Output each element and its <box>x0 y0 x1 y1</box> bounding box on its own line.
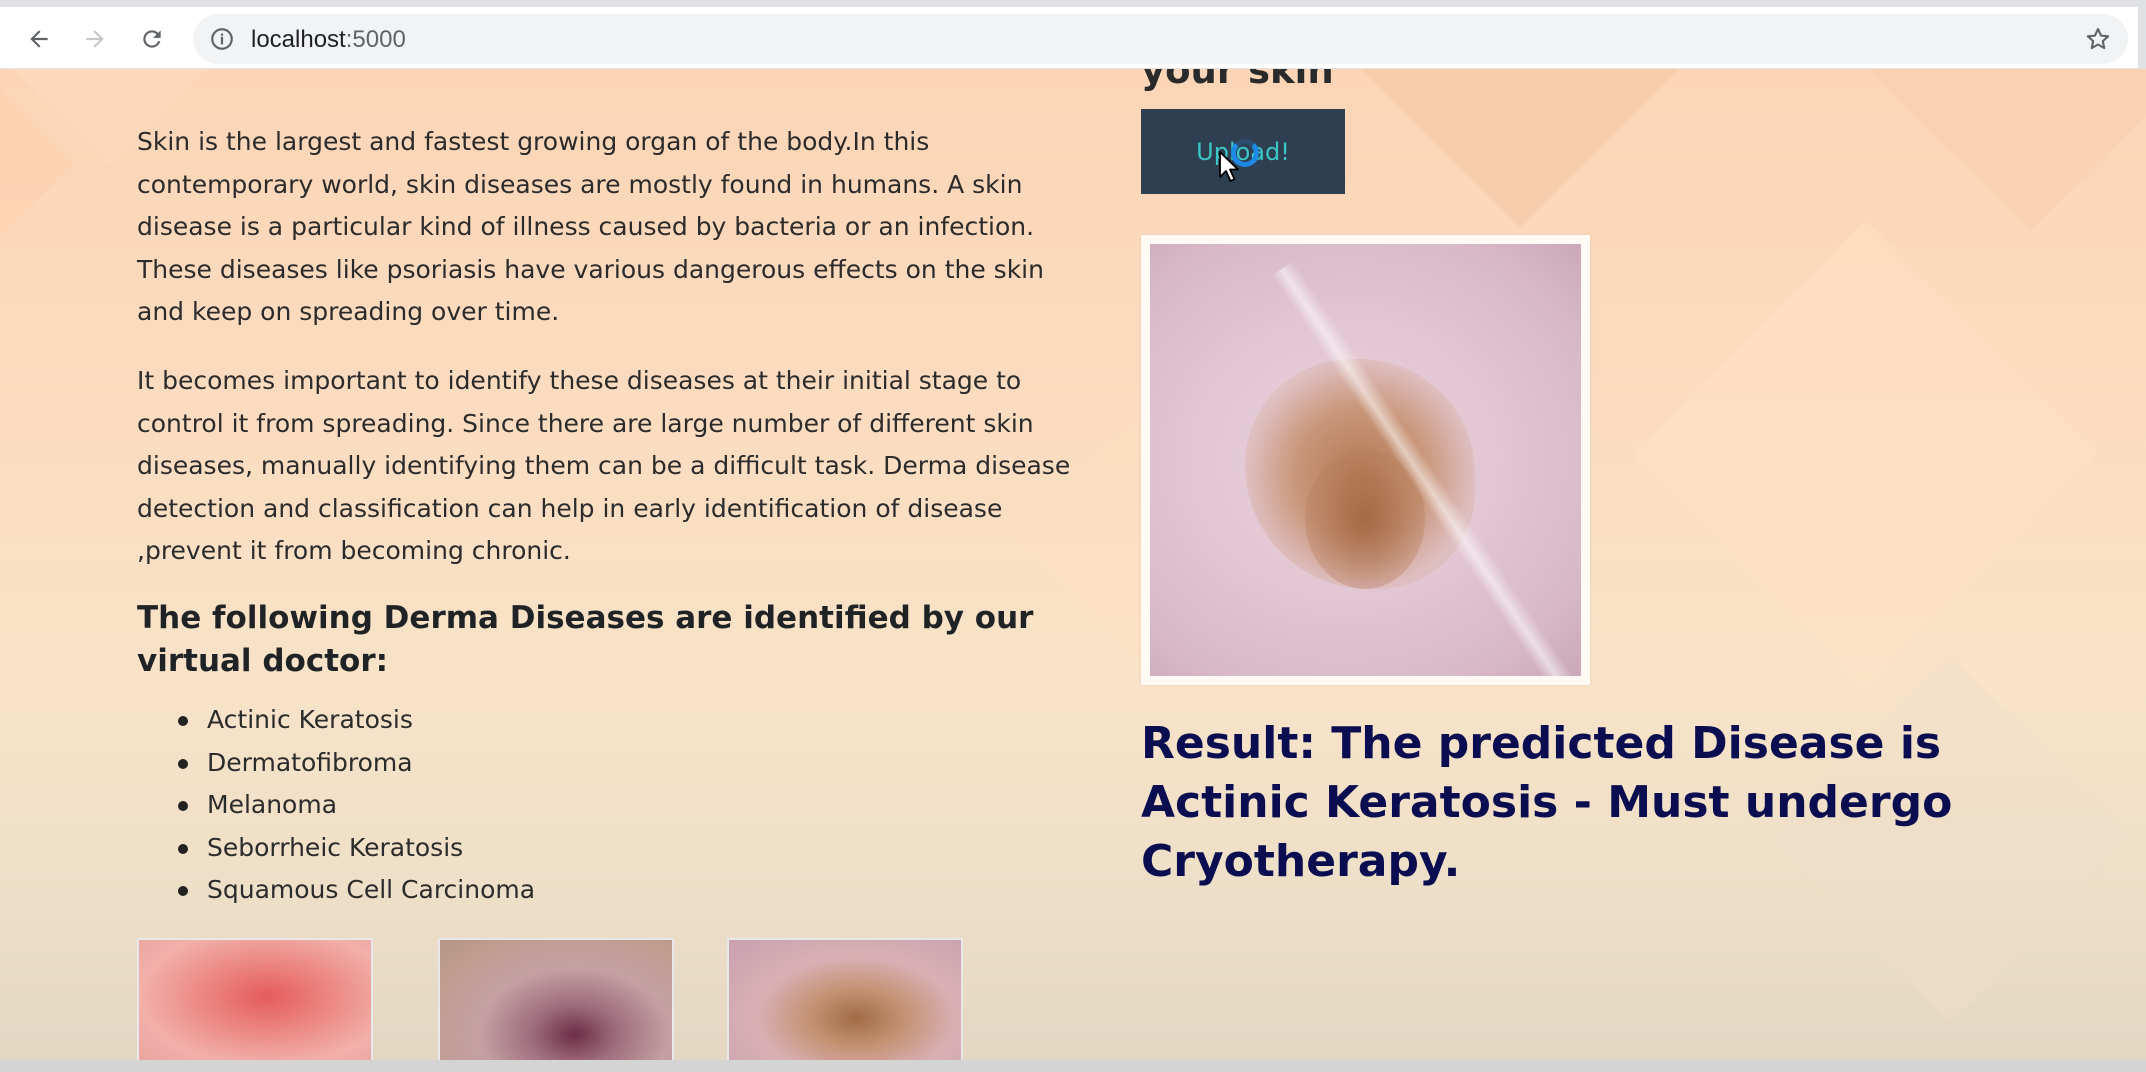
mouse-pointer-icon <box>1219 151 1239 182</box>
window-edge <box>2138 7 2146 69</box>
sample-image-2 <box>438 938 674 1060</box>
page-viewport[interactable]: Skin is the largest and fastest growing … <box>0 69 2146 1060</box>
uploaded-image-preview <box>1141 235 1590 685</box>
url-port: :5000 <box>345 26 406 53</box>
tab-strip <box>0 0 2146 7</box>
browser-toolbar: localhost:5000 <box>0 7 2146 69</box>
url-host: localhost <box>251 26 346 53</box>
forward-button[interactable] <box>73 17 117 61</box>
sample-image-1 <box>137 938 373 1060</box>
arrow-right-icon <box>86 30 104 48</box>
skin-lesion-image <box>1150 244 1581 676</box>
horizontal-scrollbar[interactable] <box>0 1060 2146 1072</box>
arrow-left-icon <box>30 30 48 48</box>
reload-icon <box>143 30 161 48</box>
sample-image-3 <box>727 938 963 1060</box>
url-text: localhost:5000 <box>251 26 406 54</box>
reload-button[interactable] <box>130 17 174 61</box>
info-icon[interactable] <box>209 26 235 52</box>
address-bar[interactable]: localhost:5000 <box>193 14 2128 64</box>
result-text: Result: The predicted Disease is Actinic… <box>1141 718 1953 887</box>
star-icon[interactable] <box>2084 25 2112 53</box>
background-diamond <box>1322 69 1718 227</box>
disease-item: Seborrheic Keratosis <box>137 827 535 870</box>
intro-paragraph-1: Skin is the largest and fastest growing … <box>137 127 1044 326</box>
disease-list: Actinic Keratosis Dermatofibroma Melanom… <box>137 699 535 912</box>
back-button[interactable] <box>17 17 61 61</box>
background-diamond <box>1817 69 2146 232</box>
diseases-heading: The following Derma Diseases are identif… <box>137 600 1034 679</box>
disease-item: Melanoma <box>137 784 535 827</box>
upload-section-heading: your skin <box>1141 69 1334 92</box>
disease-item: Squamous Cell Carcinoma <box>137 869 535 912</box>
background-diamond <box>1631 220 2099 688</box>
disease-item: Dermatofibroma <box>137 742 535 785</box>
intro-paragraph-2: It becomes important to identify these d… <box>137 366 1071 565</box>
disease-item: Actinic Keratosis <box>137 699 535 742</box>
